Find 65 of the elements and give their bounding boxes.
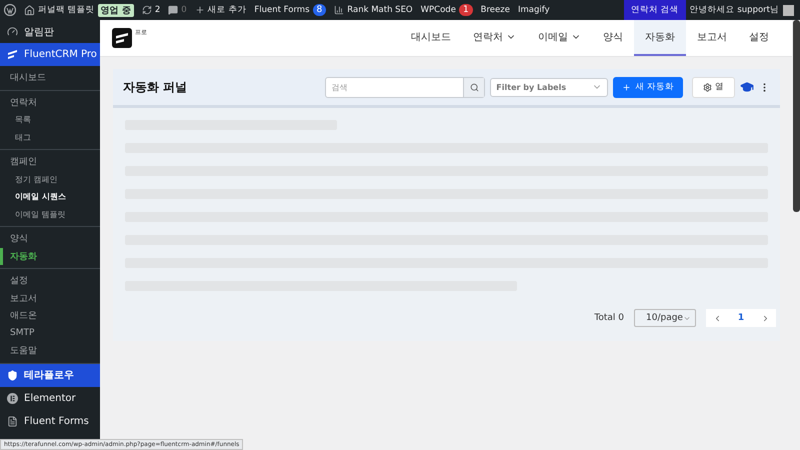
elementor-icon (7, 392, 18, 404)
plugin-link[interactable]: Imagify (518, 5, 550, 15)
sidebar-item[interactable]: 이메일 시퀀스 (0, 188, 100, 206)
nav-tab[interactable]: 연락처 (462, 20, 527, 56)
sidebar-item[interactable]: FluentCRM Pro (0, 43, 100, 66)
contact-search-button[interactable]: 연락처 검색 (624, 0, 686, 20)
scrollbar[interactable] (793, 20, 800, 212)
site-name-link[interactable]: 퍼널팩 템플릿 (38, 4, 95, 16)
search-icon[interactable] (470, 82, 479, 92)
nav-tab[interactable]: 이메일 (527, 20, 592, 56)
refresh-icon (142, 5, 152, 15)
plugin-link[interactable]: Fluent Forms (254, 5, 310, 15)
nav-tab[interactable]: 자동화 (634, 20, 686, 56)
dashboard-icon (7, 26, 18, 37)
sidebar-item[interactable]: 목록 (0, 111, 100, 128)
plugin-link[interactable]: Breeze (480, 5, 510, 15)
sidebar-item[interactable]: 양식 (0, 230, 100, 248)
sidebar-item[interactable]: 캠페인 (0, 153, 100, 170)
plugin-link[interactable]: Rank Math SEO (347, 5, 413, 15)
fluent-logo-icon (7, 50, 18, 59)
shield-icon (7, 370, 18, 380)
sidebar-item[interactable]: 도움말 (0, 342, 100, 360)
sidebar-item[interactable]: 보고서 (0, 290, 100, 307)
sidebar-item[interactable]: 알림판 (0, 20, 100, 43)
sidebar-item[interactable]: 태그 (0, 128, 100, 146)
sidebar-item[interactable]: Elementor (0, 386, 100, 410)
sidebar-item[interactable]: 이메일 템플릿 (0, 206, 100, 223)
sidebar-item[interactable]: 테라플로우 (0, 364, 100, 386)
columns-button[interactable]: 열 (692, 76, 735, 98)
count-badge: 1 (458, 4, 473, 16)
form-icon (7, 416, 18, 426)
plugin-link[interactable]: WPCode (420, 5, 456, 15)
logo[interactable] (112, 28, 132, 48)
comment-icon (168, 5, 178, 15)
sidebar-item[interactable]: Fluent Forms (0, 410, 100, 432)
updates-count[interactable]: 2 (154, 5, 160, 15)
count-badge: 8 (312, 4, 326, 16)
nav-tab[interactable]: 설정 (738, 20, 780, 56)
new-link[interactable]: 새로 추가 (208, 4, 246, 16)
sidebar-item[interactable]: 설정 (0, 272, 100, 290)
graduation-cap-icon[interactable] (740, 80, 754, 94)
sidebar-item[interactable]: 자동화 (0, 248, 100, 265)
avatar[interactable] (783, 4, 794, 16)
greeting-link[interactable]: 안녕하세요 support님 (690, 4, 779, 16)
sidebar-item[interactable]: 연락처 (0, 94, 100, 111)
plus-icon (622, 82, 632, 92)
sidebar-item[interactable]: 대시보드 (0, 69, 100, 86)
wordpress-logo[interactable] (4, 4, 16, 16)
chart-icon (334, 5, 344, 15)
status-badge: 영업 중 (98, 4, 134, 16)
sidebar-item[interactable]: 정기 캠페인 (0, 170, 100, 188)
gear-icon (703, 82, 712, 92)
nav-tab[interactable]: 대시보드 (400, 20, 462, 56)
plus-icon (194, 5, 205, 15)
total-count: Total 0 (594, 313, 624, 323)
page-size-select[interactable]: 10/page (634, 309, 696, 327)
label-filter-select[interactable]: Filter by Labels (490, 78, 608, 96)
nav-tab[interactable]: 양식 (592, 20, 634, 56)
page-title: 자동화 퍼널 (123, 78, 188, 96)
comments-count[interactable]: 0 (181, 5, 187, 15)
home-icon (24, 4, 35, 16)
nav-tab[interactable]: 보고서 (686, 20, 738, 56)
sidebar-item[interactable]: SMTP (0, 324, 100, 342)
sidebar-item[interactable]: 애드온 (0, 307, 100, 324)
new-automation-button[interactable]: 새 자동화 (613, 76, 683, 98)
